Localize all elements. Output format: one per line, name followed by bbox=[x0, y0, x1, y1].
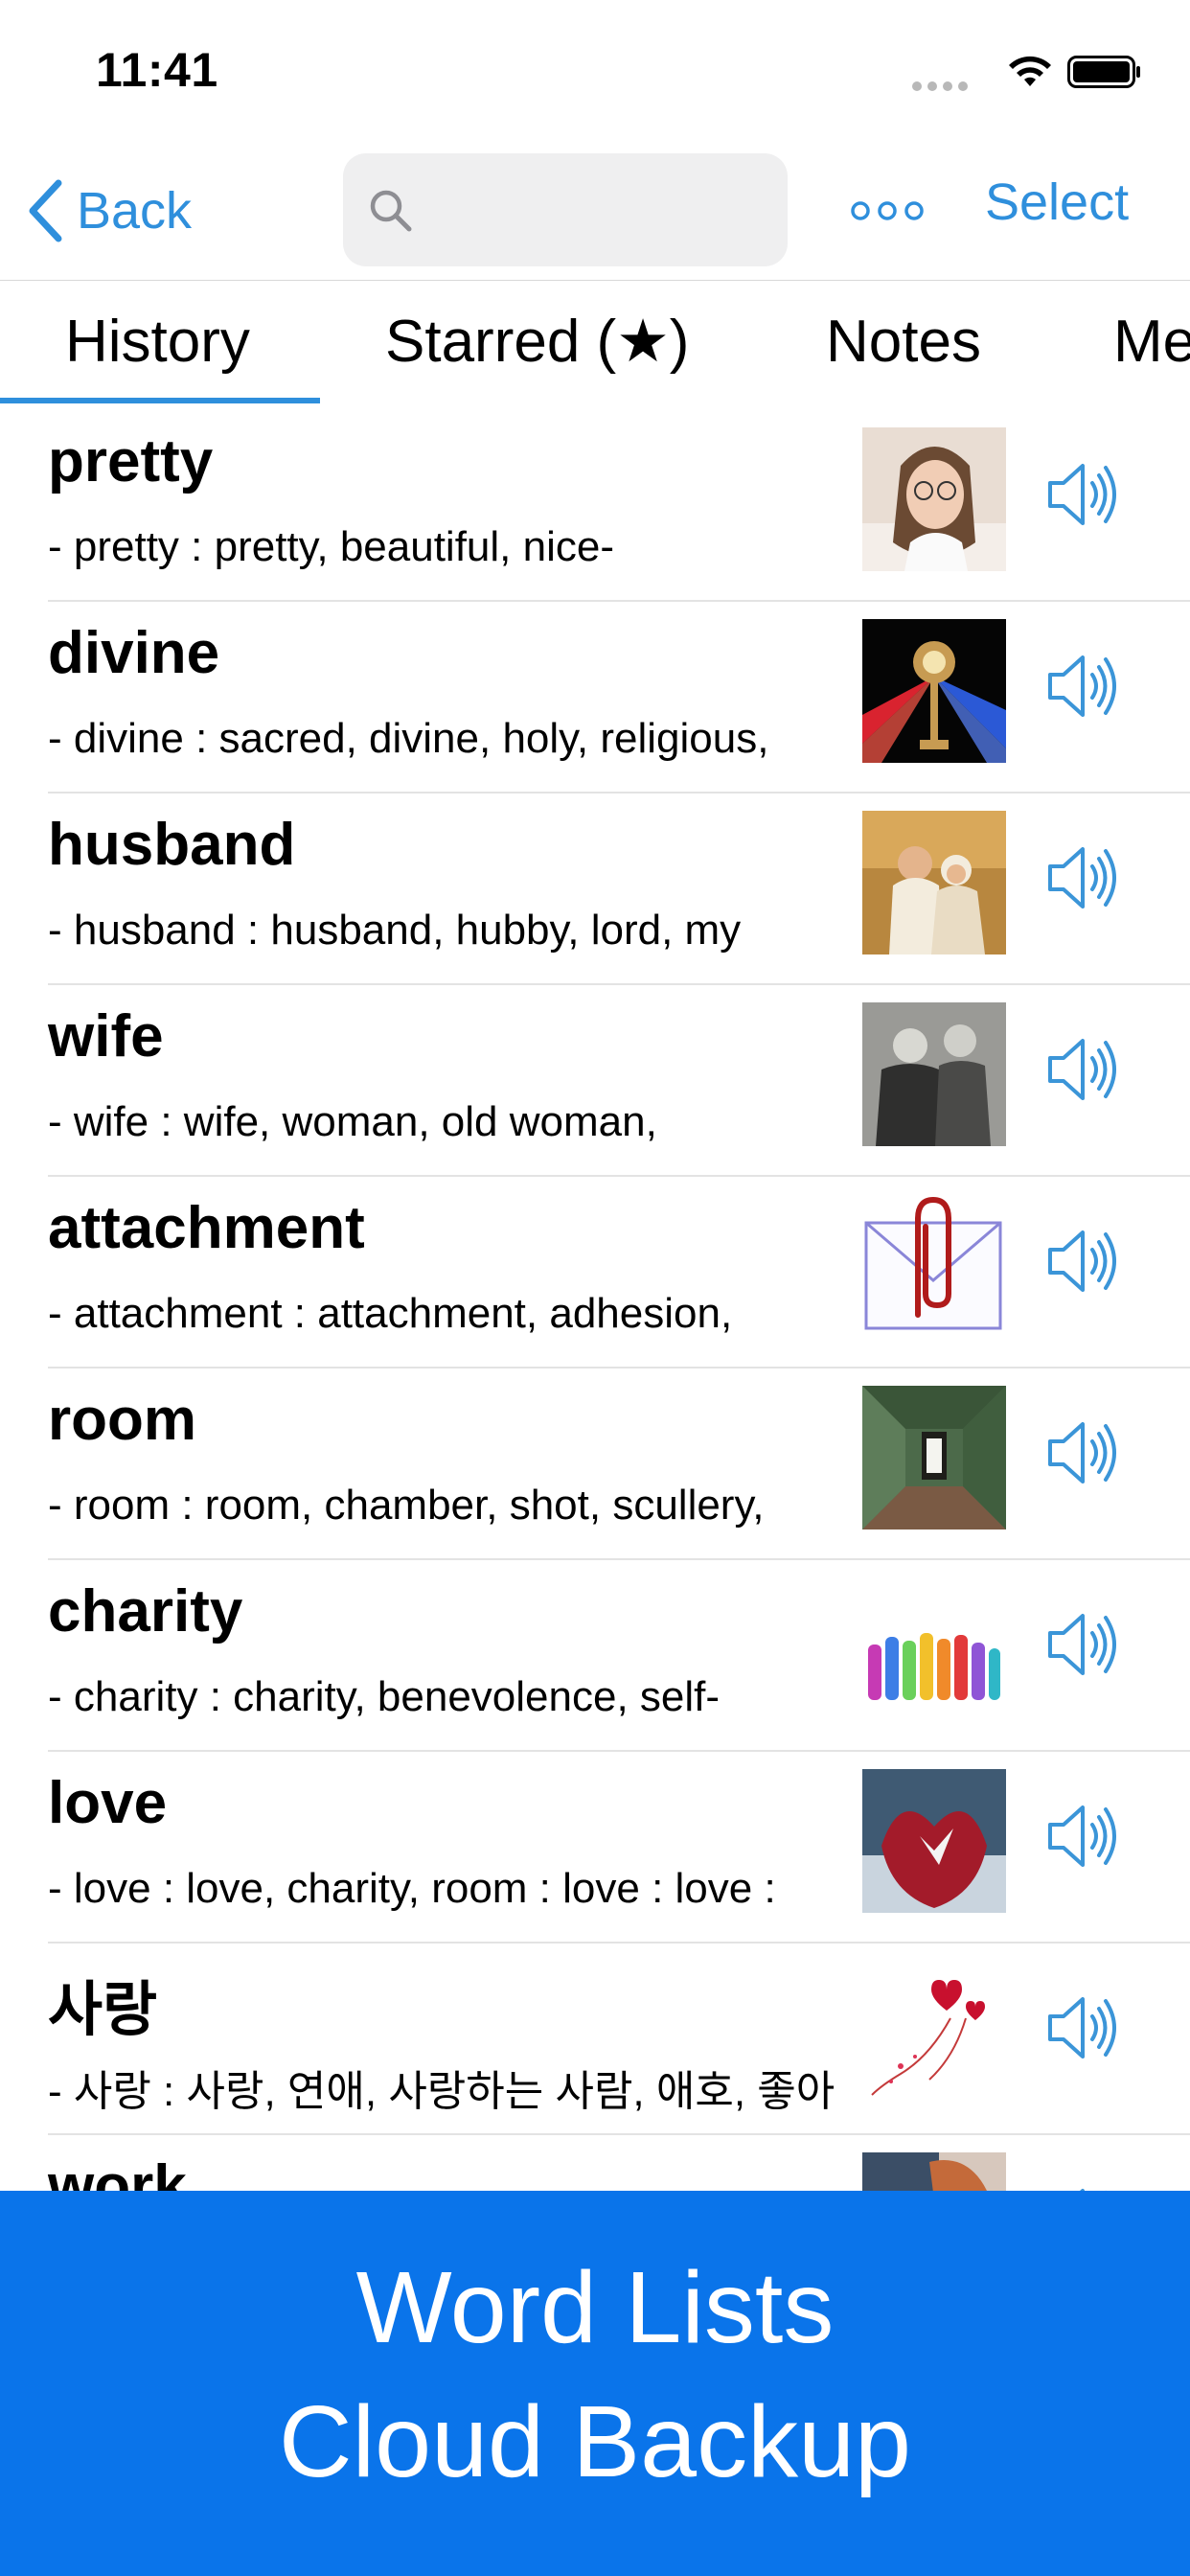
word-title: husband bbox=[48, 812, 296, 878]
speaker-icon[interactable] bbox=[1044, 1800, 1121, 1873]
list-item[interactable]: charity - charity : charity, benevolence… bbox=[48, 1560, 1190, 1752]
word-definition: - love : love, charity, room : love : lo… bbox=[48, 1865, 776, 1912]
list-item[interactable]: attachment - attachment : attachment, ad… bbox=[48, 1177, 1190, 1368]
word-title: room bbox=[48, 1387, 196, 1453]
word-title: love bbox=[48, 1770, 168, 1836]
speaker-icon[interactable] bbox=[1044, 1991, 1121, 2064]
word-title: divine bbox=[48, 620, 220, 686]
word-image bbox=[862, 1386, 1006, 1530]
search-input[interactable] bbox=[343, 153, 788, 266]
word-title: pretty bbox=[48, 428, 214, 494]
list-item[interactable]: wife - wife : wife, woman, old woman, bbox=[48, 985, 1190, 1177]
list-item[interactable]: room - room : room, chamber, shot, scull… bbox=[48, 1368, 1190, 1560]
status-bar: 11:41 bbox=[0, 0, 1190, 144]
cellular-signal-icon bbox=[912, 79, 973, 96]
chevron-left-icon bbox=[29, 179, 62, 242]
list-item[interactable]: love - love : love, charity, room : love… bbox=[48, 1752, 1190, 1944]
tab-history[interactable]: History bbox=[65, 281, 250, 403]
banner-line-1: Word Lists bbox=[355, 2251, 835, 2364]
speaker-icon[interactable] bbox=[1044, 1416, 1121, 1489]
tab-me[interactable]: Me bbox=[1113, 281, 1190, 403]
word-title: wife bbox=[48, 1003, 164, 1070]
promo-banner: Word Lists Cloud Backup bbox=[0, 2191, 1190, 2576]
word-image bbox=[862, 1769, 1006, 1913]
status-icons bbox=[912, 50, 1142, 98]
word-definition: - wife : wife, woman, old woman, bbox=[48, 1098, 657, 1145]
speaker-icon[interactable] bbox=[1044, 1033, 1121, 1106]
word-image bbox=[862, 1002, 1006, 1146]
word-definition: - room : room, chamber, shot, scullery, bbox=[48, 1482, 765, 1529]
tab-starred[interactable]: Starred (★) bbox=[385, 281, 689, 403]
word-list[interactable]: pretty - pretty : pretty, beautiful, nic… bbox=[0, 410, 1190, 2327]
active-tab-indicator bbox=[0, 398, 320, 403]
speaker-icon[interactable] bbox=[1044, 841, 1121, 914]
word-image bbox=[862, 1961, 1006, 2104]
more-options-icon[interactable] bbox=[851, 180, 924, 242]
word-image bbox=[862, 427, 1006, 571]
speaker-icon[interactable] bbox=[1044, 1608, 1121, 1681]
list-item[interactable]: 사랑 - 사랑 : 사랑, 연애, 사랑하는 사람, 애호, 좋아 bbox=[48, 1944, 1190, 2135]
word-definition: - pretty : pretty, beautiful, nice- bbox=[48, 523, 614, 570]
word-definition: - 사랑 : 사랑, 연애, 사랑하는 사람, 애호, 좋아 bbox=[48, 2068, 835, 2115]
back-label: Back bbox=[77, 182, 193, 240]
word-image bbox=[862, 1194, 1006, 1338]
banner-line-2: Cloud Backup bbox=[279, 2385, 911, 2498]
navigation-bar: Back Select bbox=[0, 144, 1190, 278]
list-item[interactable]: pretty - pretty : pretty, beautiful, nic… bbox=[48, 410, 1190, 602]
list-item[interactable]: husband - husband : husband, hubby, lord… bbox=[48, 794, 1190, 985]
select-button[interactable]: Select bbox=[985, 172, 1129, 232]
list-item[interactable]: divine - divine : sacred, divine, holy, … bbox=[48, 602, 1190, 794]
word-definition: - attachment : attachment, adhesion, bbox=[48, 1290, 733, 1337]
word-image bbox=[862, 1577, 1006, 1721]
speaker-icon[interactable] bbox=[1044, 650, 1121, 723]
word-definition: - divine : sacred, divine, holy, religio… bbox=[48, 715, 769, 762]
status-time: 11:41 bbox=[96, 43, 218, 97]
speaker-icon[interactable] bbox=[1044, 1225, 1121, 1298]
wifi-icon bbox=[1009, 56, 1051, 86]
word-title: attachment bbox=[48, 1195, 365, 1261]
word-definition: - husband : husband, hubby, lord, my bbox=[48, 907, 742, 954]
tab-bar: History Starred (★) Notes Me bbox=[0, 280, 1190, 405]
word-title: charity bbox=[48, 1578, 243, 1644]
speaker-icon[interactable] bbox=[1044, 458, 1121, 531]
tab-notes[interactable]: Notes bbox=[826, 281, 981, 403]
word-definition: - charity : charity, benevolence, self- bbox=[48, 1673, 721, 1720]
battery-icon bbox=[1067, 56, 1140, 88]
word-image bbox=[862, 619, 1006, 763]
search-icon bbox=[370, 190, 412, 232]
word-image bbox=[862, 811, 1006, 954]
back-button[interactable]: Back bbox=[27, 172, 192, 249]
word-title: 사랑 bbox=[48, 1977, 158, 2043]
